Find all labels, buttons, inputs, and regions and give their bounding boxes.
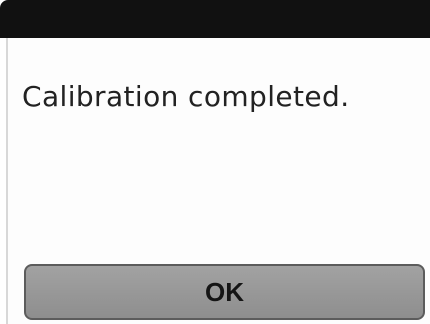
calibration-message: Calibration completed. <box>22 80 350 113</box>
calibration-screen: Calibration completed. OK <box>0 0 430 324</box>
ok-button-label: OK <box>205 276 244 307</box>
ok-button[interactable]: OK <box>24 264 425 320</box>
top-bar <box>0 0 430 38</box>
